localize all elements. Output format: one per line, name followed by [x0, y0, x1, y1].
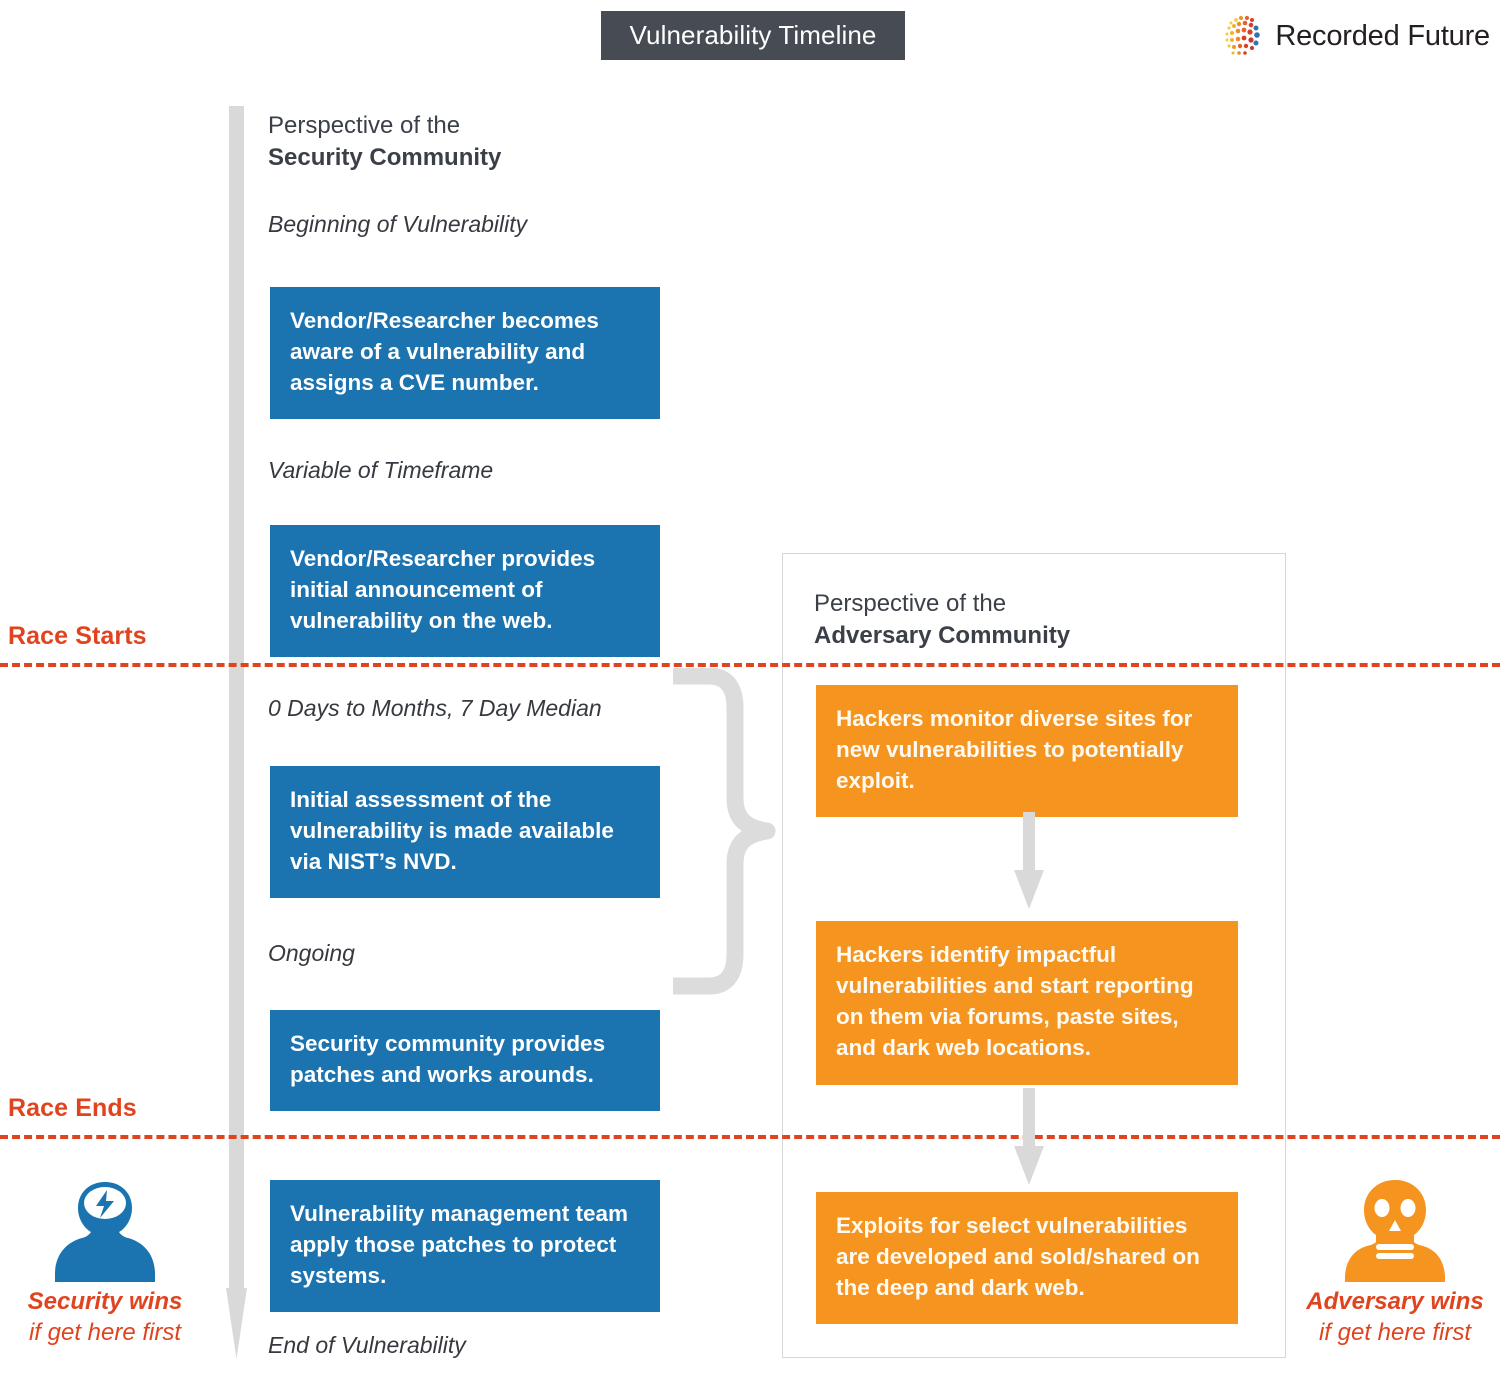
- phase-label-end: End of Vulnerability: [268, 1332, 466, 1358]
- adversary-outcome-line1: Adversary wins: [1306, 1288, 1484, 1315]
- adversary-flow-arrow-2: [1014, 1088, 1044, 1185]
- vulnerability-timeline-infographic: Vulnerability Timeline Recorded Future R…: [0, 0, 1500, 1375]
- security-step-box-4: Security community provides patches and …: [270, 1010, 660, 1111]
- adversary-perspective-name: Adversary Community: [814, 622, 1071, 649]
- security-analyst-avatar-icon: [55, 1182, 155, 1282]
- security-perspective-name: Security Community: [268, 144, 502, 171]
- phase-label-variable: Variable of Timeframe: [268, 457, 494, 483]
- outcome-adversary: Adversary wins if get here first: [1290, 1178, 1500, 1348]
- race-end-divider: [0, 1135, 1500, 1139]
- adversary-perspective-heading: Perspective of the Adversary Community: [814, 588, 1070, 652]
- race-start-label: Race Starts: [8, 622, 147, 650]
- outcome-security: Security wins if get here first: [0, 1178, 210, 1348]
- security-step-box-3: Initial assessment of the vulnerability …: [270, 766, 660, 898]
- recorded-future-dots-logo-icon: [1225, 15, 1261, 55]
- phase-label-beginning: Beginning of Vulnerability: [268, 211, 528, 237]
- brand-name: Recorded Future: [1275, 19, 1490, 52]
- adversary-outcome-line2: if get here first: [1318, 1319, 1472, 1346]
- race-start-divider: [0, 663, 1500, 667]
- adversary-flow-arrow-1: [1014, 812, 1044, 909]
- adversary-step-box-2: Hackers identify impactful vulnerabiliti…: [816, 921, 1238, 1085]
- timeline-axis-arrow: [226, 106, 247, 1359]
- skull-adversary-avatar-icon: [1345, 1180, 1445, 1282]
- security-perspective-heading: Perspective of the Security Community: [268, 110, 501, 174]
- security-step-box-5: Vulnerability management team apply thos…: [270, 1180, 660, 1312]
- security-outcome-line2: if get here first: [28, 1319, 182, 1346]
- phase-label-median: 0 Days to Months, 7 Day Median: [268, 695, 602, 721]
- security-step-box-2: Vendor/Researcher provides initial annou…: [270, 525, 660, 657]
- security-perspective-prefix: Perspective of the: [268, 112, 461, 139]
- adversary-step-box-1: Hackers monitor diverse sites for new vu…: [816, 685, 1238, 817]
- adversary-perspective-prefix: Perspective of the: [814, 590, 1007, 617]
- page-title: Vulnerability Timeline: [629, 20, 877, 50]
- page-title-chip: Vulnerability Timeline: [601, 11, 905, 60]
- security-outcome-line1: Security wins: [27, 1288, 183, 1315]
- adversary-step-box-3: Exploits for select vulnerabilities are …: [816, 1192, 1238, 1324]
- brand-logo: Recorded Future: [1222, 12, 1490, 60]
- race-end-label: Race Ends: [8, 1094, 137, 1122]
- bridge-brace-connector: [673, 668, 776, 995]
- security-step-box-1: Vendor/Researcher becomes aware of a vul…: [270, 287, 660, 419]
- phase-label-ongoing: Ongoing: [268, 940, 355, 966]
